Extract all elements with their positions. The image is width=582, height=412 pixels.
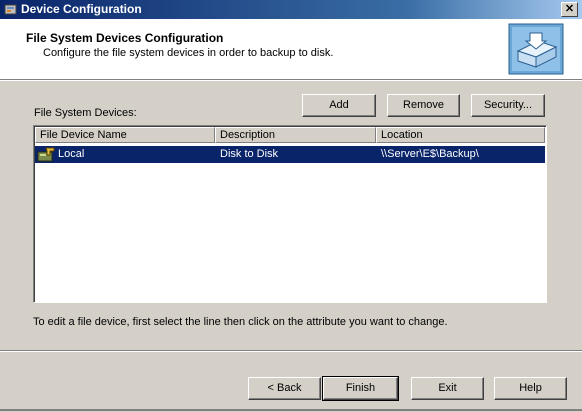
- remove-button-label: Remove: [403, 99, 444, 111]
- exit-button[interactable]: Exit: [411, 377, 484, 400]
- close-button[interactable]: ✕: [561, 2, 578, 17]
- window-title: Device Configuration: [21, 2, 142, 16]
- file-device-icon: [37, 147, 55, 162]
- page-subtitle: Configure the file system devices in ord…: [43, 47, 334, 59]
- finish-button[interactable]: Finish: [322, 376, 399, 401]
- instruction-text: To edit a file device, first select the …: [33, 316, 448, 328]
- cell-location: \\Server\E$\Backup\: [381, 148, 479, 160]
- column-header-description[interactable]: Description: [215, 127, 376, 143]
- exit-button-label: Exit: [438, 382, 457, 394]
- back-button[interactable]: < Back: [248, 377, 321, 400]
- devices-label: File System Devices:: [34, 107, 137, 119]
- add-button[interactable]: Add: [302, 94, 376, 117]
- cell-description: Disk to Disk: [220, 148, 279, 160]
- footer-divider: [0, 350, 582, 352]
- header-separator: [0, 80, 582, 81]
- page-title: File System Devices Configuration: [26, 31, 224, 45]
- security-button-label: Security...: [483, 99, 533, 111]
- list-header: File Device Name Description Location: [35, 127, 545, 143]
- title-bar: Device Configuration ✕: [0, 0, 582, 19]
- help-button[interactable]: Help: [494, 377, 567, 400]
- cell-device-name: Local: [58, 148, 85, 160]
- wizard-header: File System Devices Configuration Config…: [0, 19, 582, 80]
- remove-button[interactable]: Remove: [387, 94, 460, 117]
- table-row[interactable]: Local Disk to Disk \\Server\E$\Backup\: [35, 146, 545, 163]
- help-button-label: Help: [519, 382, 542, 394]
- security-button[interactable]: Security...: [471, 94, 545, 117]
- column-header-name[interactable]: File Device Name: [35, 127, 215, 143]
- window-bottom-edge: [0, 409, 582, 411]
- column-header-location[interactable]: Location: [376, 127, 545, 143]
- app-icon: [4, 4, 17, 15]
- back-button-label: < Back: [267, 382, 302, 394]
- backup-drive-icon: [508, 23, 564, 75]
- file-devices-list[interactable]: File Device Name Description Location Lo…: [33, 125, 547, 303]
- finish-button-label: Finish: [345, 382, 376, 394]
- add-button-label: Add: [329, 99, 349, 111]
